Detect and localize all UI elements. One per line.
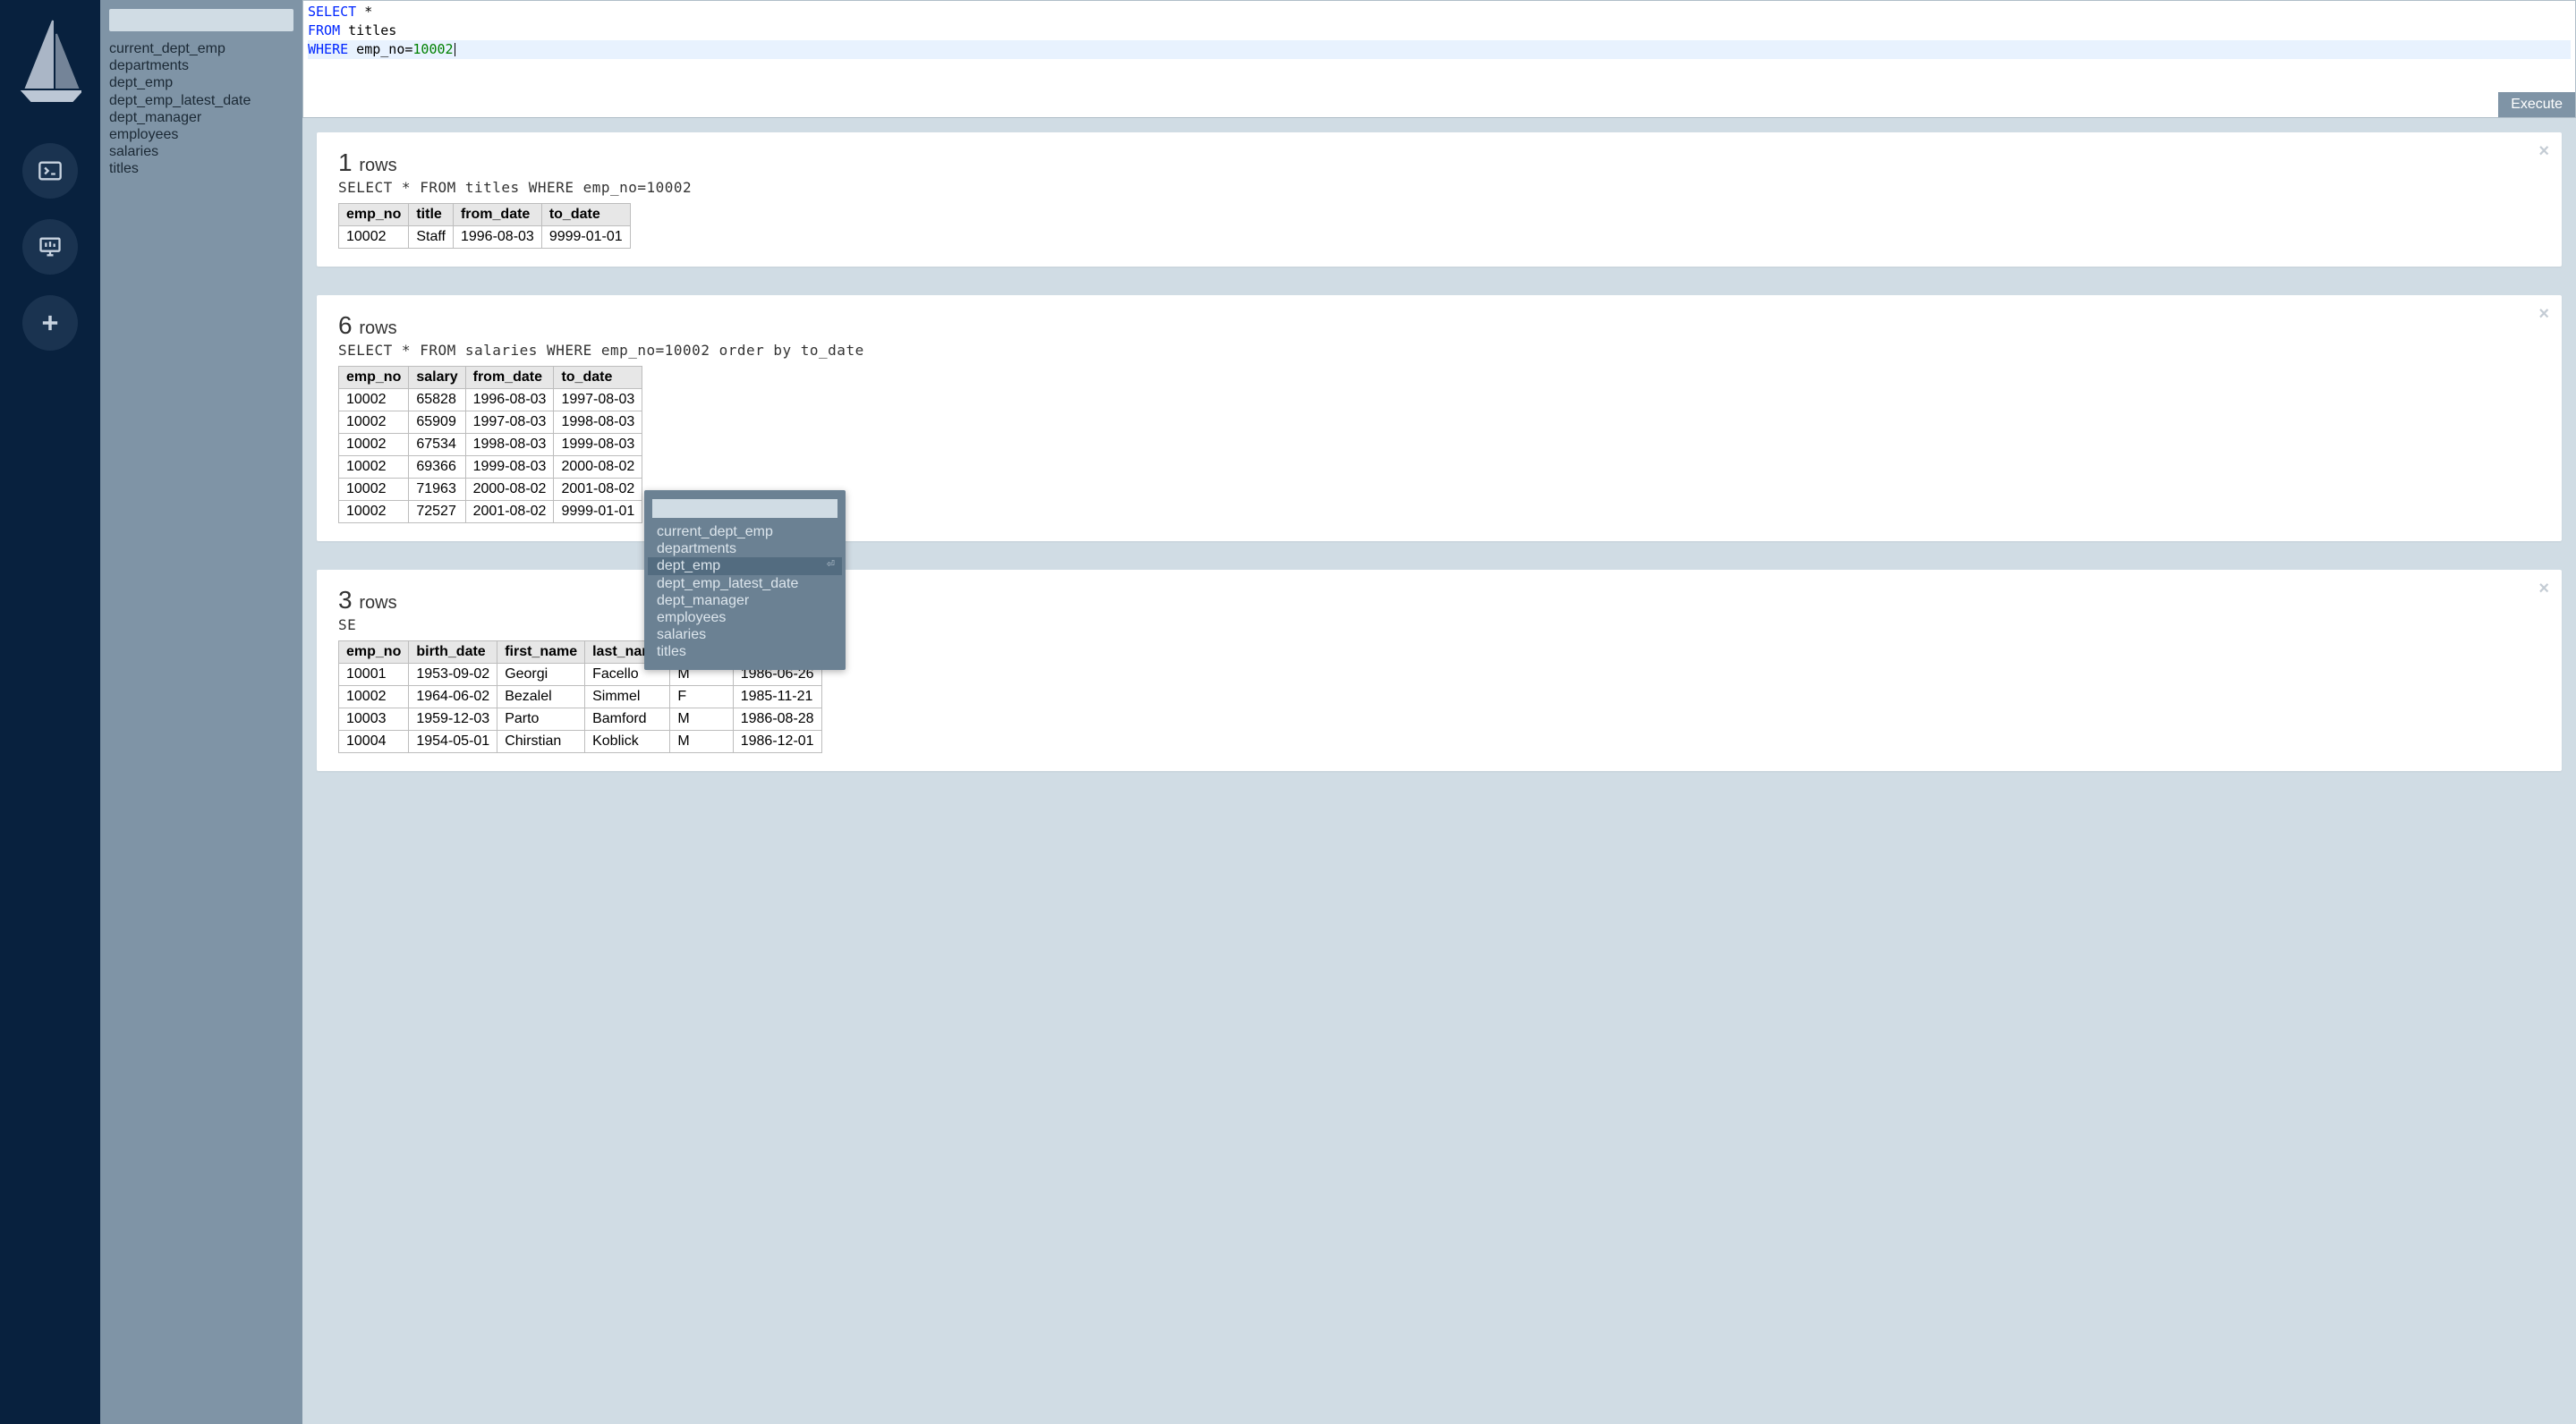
execute-button[interactable]: Execute (2498, 92, 2575, 117)
main-area: SELECT *FROM titlesWHERE emp_no=10002 Ex… (302, 0, 2576, 1424)
table-row: 100041954-05-01ChirstianKoblickM1986-12-… (339, 731, 822, 753)
query-text: SELECT * FROM titles WHERE emp_no=10002 (338, 179, 2540, 196)
sidebar-table-list: current_dept_empdepartmentsdept_empdept_… (109, 40, 293, 178)
close-result-button[interactable]: × (2538, 579, 2549, 599)
autocomplete-search-input[interactable] (652, 499, 837, 518)
presentation-icon (38, 234, 63, 259)
sidebar-table-item[interactable]: employees (109, 126, 293, 143)
sql-editor-container: SELECT *FROM titlesWHERE emp_no=10002 Ex… (302, 0, 2576, 118)
row-count: 1 rows (338, 148, 2540, 177)
column-header: salary (409, 367, 465, 389)
autocomplete-item[interactable]: dept_emp_latest_date (648, 575, 842, 592)
column-header: birth_date (409, 641, 497, 664)
table-row: 100031959-12-03PartoBamfordM1986-08-28 (339, 708, 822, 731)
sql-editor[interactable]: SELECT *FROM titlesWHERE emp_no=10002 (303, 1, 2575, 92)
table-row: 10002725272001-08-029999-01-01 (339, 501, 642, 523)
autocomplete-item[interactable]: dept_emp⏎ (648, 557, 842, 574)
table-row: 10002719632000-08-022001-08-02 (339, 479, 642, 501)
column-header: emp_no (339, 641, 409, 664)
column-header: first_name (497, 641, 585, 664)
result-card: ×1 rows SELECT * FROM titles WHERE emp_no… (317, 132, 2562, 267)
autocomplete-item[interactable]: salaries (648, 626, 842, 643)
query-text: SELECT * FROM salaries WHERE emp_no=1000… (338, 342, 2540, 359)
nav-terminal-button[interactable] (22, 143, 78, 199)
sidebar-table-item[interactable]: salaries (109, 143, 293, 160)
table-row: 10002Staff1996-08-039999-01-01 (339, 226, 631, 249)
table-row: 100021964-06-02BezalelSimmelF1985-11-21 (339, 686, 822, 708)
app-logo (19, 18, 81, 103)
sidebar-table-item[interactable]: departments (109, 57, 293, 74)
autocomplete-popup: current_dept_empdepartmentsdept_emp⏎dept… (644, 490, 846, 670)
column-header: to_date (541, 204, 630, 226)
nav-rail (0, 0, 100, 1424)
row-count: 6 rows (338, 311, 2540, 340)
autocomplete-item[interactable]: employees (648, 609, 842, 626)
autocomplete-item[interactable]: departments (648, 540, 842, 557)
column-header: to_date (554, 367, 642, 389)
column-header: emp_no (339, 367, 409, 389)
close-result-button[interactable]: × (2538, 141, 2549, 162)
autocomplete-item[interactable]: current_dept_emp (648, 523, 842, 540)
sidebar-table-item[interactable]: dept_emp (109, 74, 293, 91)
sidebar-table-item[interactable]: titles (109, 160, 293, 177)
results-area[interactable]: ×1 rowsSELECT * FROM titles WHERE emp_no… (302, 118, 2576, 1424)
nav-presentation-button[interactable] (22, 219, 78, 275)
sidebar-table-item[interactable]: dept_manager (109, 109, 293, 126)
plus-icon (38, 310, 63, 335)
terminal-icon (38, 158, 63, 183)
sidebar-search-input[interactable] (109, 9, 293, 31)
result-table: emp_nosalaryfrom_dateto_date100026582819… (338, 366, 642, 523)
enter-key-hint-icon: ⏎ (827, 559, 835, 571)
column-header: from_date (465, 367, 554, 389)
table-row: 10002675341998-08-031999-08-03 (339, 434, 642, 456)
result-table: emp_notitlefrom_dateto_date10002Staff199… (338, 203, 631, 249)
sidebar-table-item[interactable]: current_dept_emp (109, 40, 293, 57)
table-row: 10002658281996-08-031997-08-03 (339, 389, 642, 411)
sidebar: current_dept_empdepartmentsdept_empdept_… (100, 0, 302, 1424)
column-header: title (409, 204, 454, 226)
table-row: 10002659091997-08-031998-08-03 (339, 411, 642, 434)
column-header: from_date (453, 204, 541, 226)
autocomplete-item[interactable]: titles (648, 643, 842, 660)
autocomplete-item[interactable]: dept_manager (648, 592, 842, 609)
sidebar-table-item[interactable]: dept_emp_latest_date (109, 92, 293, 109)
close-result-button[interactable]: × (2538, 304, 2549, 325)
table-row: 10002693661999-08-032000-08-02 (339, 456, 642, 479)
nav-add-button[interactable] (22, 295, 78, 351)
column-header: emp_no (339, 204, 409, 226)
